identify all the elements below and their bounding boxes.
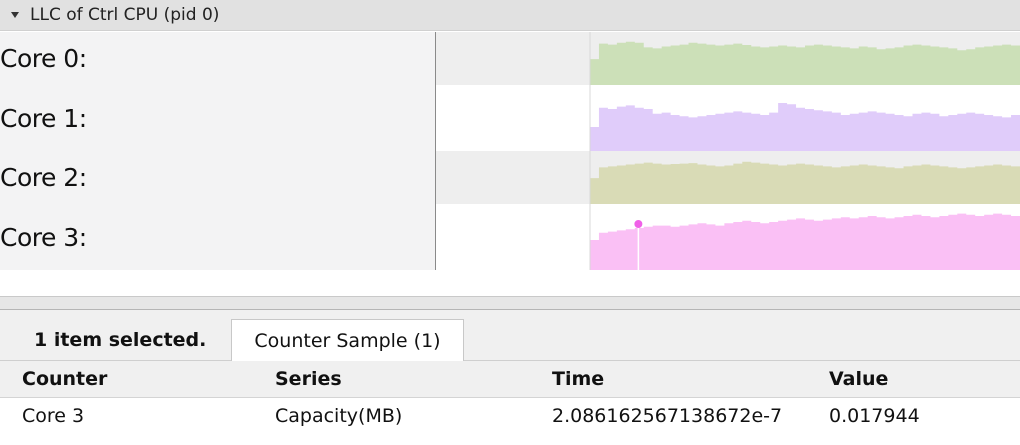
selected-sample-marker[interactable] (634, 220, 643, 228)
counter-chart[interactable] (436, 204, 1020, 270)
track-label: Core 1: (0, 85, 436, 151)
cell-value: 0.017944 (829, 405, 920, 427)
cell-counter: Core 3 (22, 405, 85, 427)
counter-area-chart[interactable] (436, 151, 1020, 204)
counter-track-core-3[interactable]: Core 3: (0, 204, 1020, 270)
panel-splitter[interactable] (0, 296, 1020, 310)
counter-area-chart[interactable] (436, 204, 1020, 270)
cell-series: Capacity(MB) (275, 405, 403, 427)
process-title: LLC of Ctrl CPU (pid 0) (30, 5, 220, 25)
process-track-header[interactable]: LLC of Ctrl CPU (pid 0) (0, 0, 1020, 31)
column-header-time[interactable]: Time (552, 361, 604, 397)
track-label: Core 2: (0, 151, 436, 204)
column-header-series[interactable]: Series (275, 361, 342, 397)
tab-counter-sample[interactable]: Counter Sample (1) (231, 319, 464, 362)
selection-summary: 1 item selected. (34, 329, 207, 351)
counter-track-core-1[interactable]: Core 1: (0, 85, 1020, 151)
counter-area-chart[interactable] (436, 32, 1020, 85)
details-table: Counter Series Time Value Core 3 Capacit… (0, 361, 1020, 434)
counter-track-core-0[interactable]: Core 0: (0, 32, 1020, 85)
triangle-down-icon[interactable] (0, 0, 30, 31)
track-label: Core 3: (0, 204, 436, 270)
counter-track-core-2[interactable]: Core 2: (0, 151, 1020, 204)
table-row[interactable]: Core 3 Capacity(MB) 2.086162567138672e-7… (0, 398, 1020, 434)
track-label: Core 0: (0, 32, 436, 85)
details-tab-bar: 1 item selected. Counter Sample (1) (0, 310, 1020, 362)
counter-area-chart[interactable] (436, 85, 1020, 151)
counter-chart[interactable] (436, 32, 1020, 85)
counter-chart[interactable] (436, 151, 1020, 204)
column-header-value[interactable]: Value (829, 361, 888, 397)
counter-chart[interactable] (436, 85, 1020, 151)
counter-series-area (590, 161, 1020, 204)
table-header: Counter Series Time Value (0, 361, 1020, 398)
cell-time: 2.086162567138672e-7 (552, 405, 783, 427)
column-header-counter[interactable]: Counter (22, 361, 107, 397)
